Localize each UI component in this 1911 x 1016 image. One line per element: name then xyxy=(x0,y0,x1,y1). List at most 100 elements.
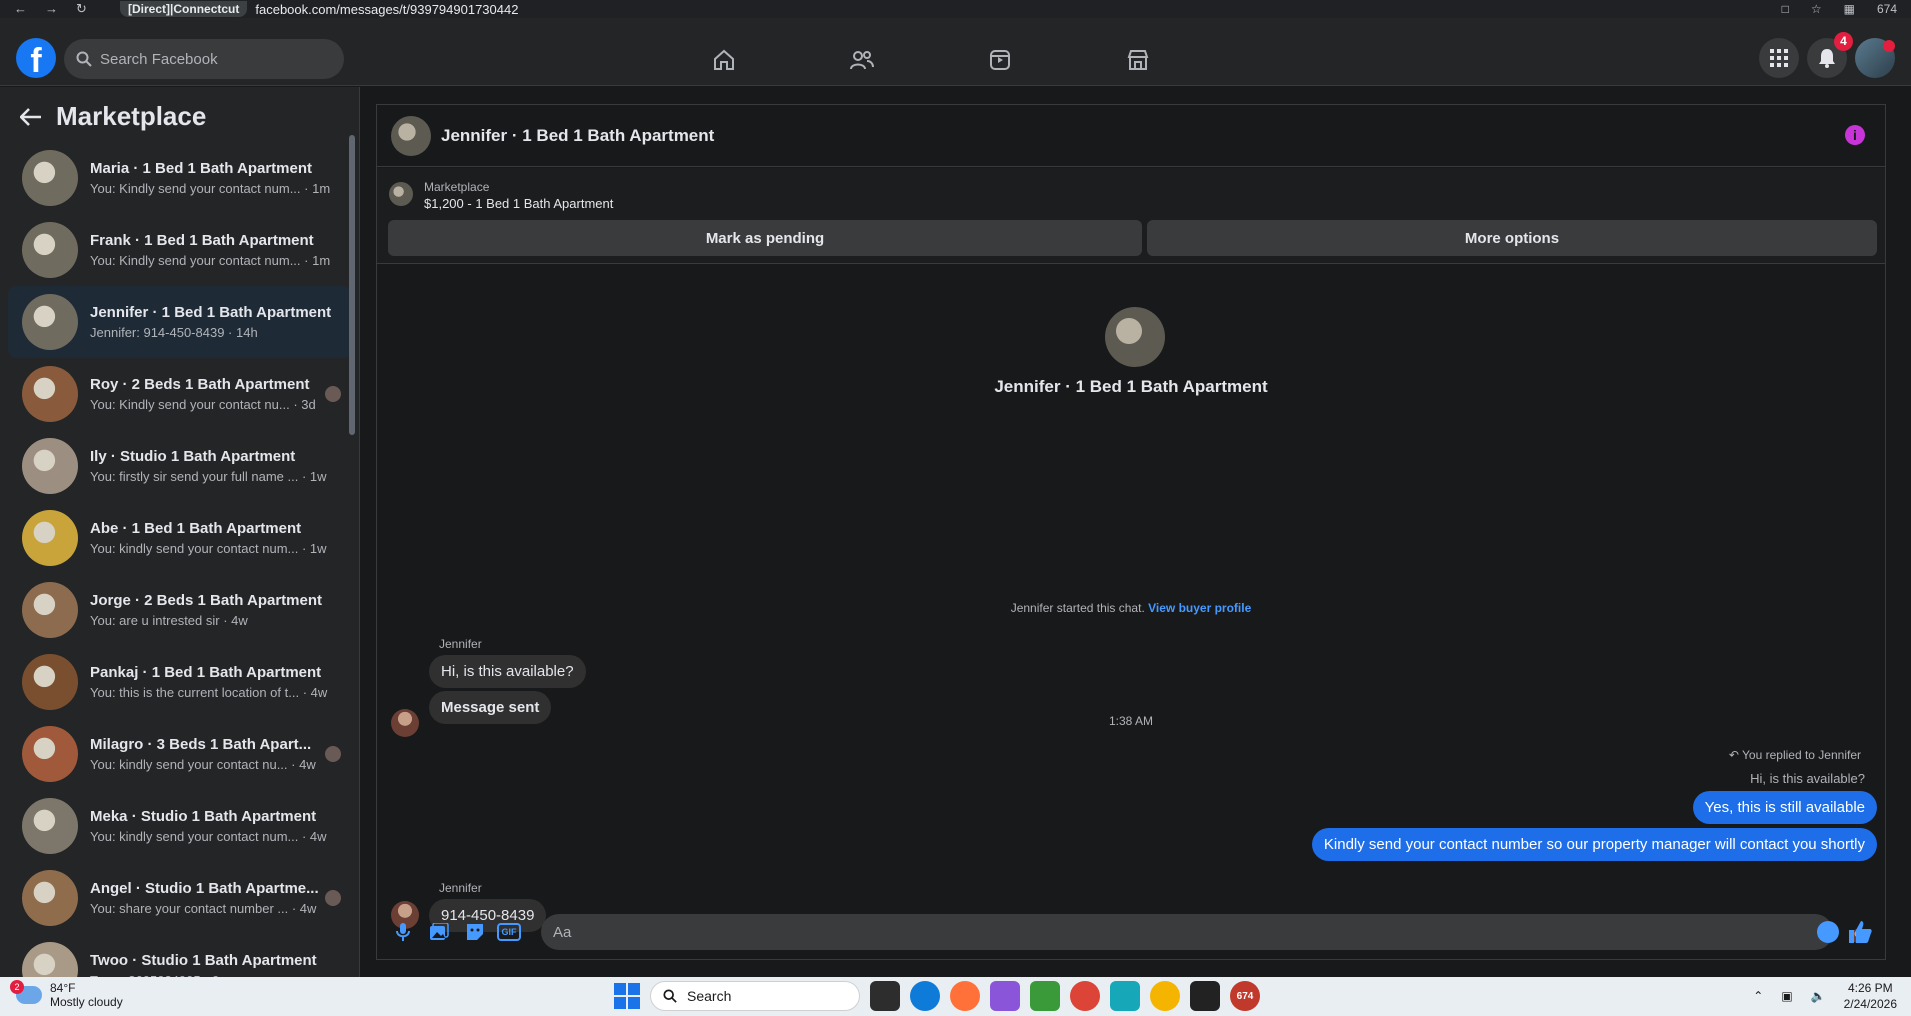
scrollbar-thumb[interactable] xyxy=(349,135,355,435)
outgoing-message[interactable]: Yes, this is still available xyxy=(1692,791,1877,824)
conversation-preview: You: share your contact number ... · 4w xyxy=(90,901,317,916)
file-explorer-icon[interactable] xyxy=(870,981,900,1011)
conversation-item[interactable]: Angel · Studio 1 Bath Apartme... You: sha… xyxy=(8,862,351,934)
conversation-item[interactable]: Ily · Studio 1 Bath Apartment You: firstl… xyxy=(8,430,351,502)
notifications-button[interactable]: 4 xyxy=(1807,32,1853,78)
message-input-box[interactable] xyxy=(541,914,1833,950)
conversation-name: Meka · Studio 1 Bath Apartment xyxy=(90,808,317,825)
star-icon[interactable]: ☆ xyxy=(1811,2,1822,16)
message-input[interactable] xyxy=(553,923,1753,941)
conversation-item[interactable]: Meka · Studio 1 Bath Apartment You: kindl… xyxy=(8,790,351,862)
reply-indicator: ↶ You replied to Jennifer xyxy=(1729,748,1861,762)
url-text[interactable]: facebook.com/messages/t/939794901730442 xyxy=(255,2,518,17)
network-icon[interactable]: ▣ xyxy=(1781,989,1792,1003)
conversation-item[interactable]: Abe · 1 Bed 1 Bath Apartment You: kindly … xyxy=(8,502,351,574)
sidebar-header: Marketplace xyxy=(0,87,359,142)
listing-thumbnail[interactable] xyxy=(389,182,413,206)
conversation-thumbnail[interactable] xyxy=(22,798,78,854)
chat-avatar[interactable] xyxy=(391,115,431,156)
sender-name: Jennifer xyxy=(439,637,482,651)
taskbar-search[interactable]: Search xyxy=(650,981,860,1011)
extension-count[interactable]: 674 xyxy=(1877,2,1897,16)
conversation-item[interactable]: Pankaj · 1 Bed 1 Bath Apartment You: this… xyxy=(8,646,351,718)
thread-avatar[interactable] xyxy=(1105,307,1165,367)
conversation-item[interactable]: Maria · 1 Bed 1 Bath Apartment You: Kindl… xyxy=(8,142,351,214)
chat-panel: Jennifer · 1 Bed 1 Bath Apartment i Mark… xyxy=(376,104,1886,960)
conversation-item[interactable]: Frank · 1 Bed 1 Bath Apartment You: Kindl… xyxy=(8,214,351,286)
chrome-profile-icon[interactable] xyxy=(1150,981,1180,1011)
marketplace-icon[interactable] xyxy=(1114,36,1162,84)
mark-pending-button[interactable]: Mark as pending xyxy=(388,220,1142,256)
back-arrow-icon[interactable]: ← xyxy=(14,1,27,17)
app-badge-icon[interactable]: 674 xyxy=(1230,981,1260,1011)
sender-name: Jennifer xyxy=(439,881,482,895)
spreadsheet-icon[interactable] xyxy=(1030,981,1060,1011)
microphone-icon[interactable] xyxy=(389,918,417,946)
gif-icon[interactable]: GIF xyxy=(497,923,521,941)
extension-icon[interactable]: ▦ xyxy=(1844,2,1855,16)
cloud-icon: 2 xyxy=(10,980,42,1004)
conversation-item[interactable]: Roy · 2 Beds 1 Bath Apartment You: Kindly… xyxy=(8,358,351,430)
view-buyer-profile-link[interactable]: View buyer profile xyxy=(1148,601,1251,615)
chat-title[interactable]: Jennifer · 1 Bed 1 Bath Apartment xyxy=(441,126,714,146)
thumbs-up-icon[interactable] xyxy=(1847,919,1873,945)
conversation-item[interactable]: Jennifer · 1 Bed 1 Bath Apartment Jennife… xyxy=(8,286,351,358)
conversation-thumbnail[interactable] xyxy=(22,366,78,422)
clock[interactable]: 4:26 PM 2/24/2026 xyxy=(1844,980,1897,1012)
forward-arrow-icon[interactable]: → xyxy=(45,1,58,17)
video-icon[interactable] xyxy=(976,36,1024,84)
chrome-icon[interactable] xyxy=(1070,981,1100,1011)
firefox-icon[interactable] xyxy=(950,981,980,1011)
more-options-button[interactable]: More options xyxy=(1147,220,1877,256)
conversation-thumbnail[interactable] xyxy=(22,726,78,782)
xbox-app-icon[interactable] xyxy=(1190,981,1220,1011)
conversation-name: Jennifer · 1 Bed 1 Bath Apartment xyxy=(90,304,332,321)
conversation-thumbnail[interactable] xyxy=(22,222,78,278)
emoji-icon[interactable] xyxy=(1817,921,1839,943)
reload-icon[interactable]: ↻ xyxy=(76,1,87,17)
conversation-thumbnail[interactable] xyxy=(22,654,78,710)
windows-start-icon[interactable] xyxy=(614,983,640,1009)
conversation-item[interactable]: Milagro · 3 Beds 1 Bath Apart... You: kin… xyxy=(8,718,351,790)
status-dot xyxy=(1883,40,1895,52)
edge-icon[interactable] xyxy=(910,981,940,1011)
install-icon[interactable]: □ xyxy=(1782,2,1789,16)
quoted-message[interactable]: Hi, is this available? xyxy=(1750,771,1865,786)
facebook-logo-icon[interactable]: f xyxy=(16,38,56,78)
profile-tag[interactable]: [Direct]|Connectcut xyxy=(120,1,248,17)
conversation-text: Pankaj · 1 Bed 1 Bath Apartment You: this… xyxy=(90,664,343,700)
listing-description[interactable]: $1,200 - 1 Bed 1 Bath Apartment xyxy=(424,196,613,211)
snipping-tool-icon[interactable] xyxy=(990,981,1020,1011)
address-bar[interactable]: [Direct]|Connectcut facebook.com/message… xyxy=(120,0,518,18)
message-timestamp: 1:38 AM xyxy=(1108,714,1154,728)
conversation-thumbnail[interactable] xyxy=(22,294,78,350)
home-icon[interactable] xyxy=(700,36,748,84)
back-arrow-icon[interactable] xyxy=(20,107,42,126)
search-box[interactable] xyxy=(64,39,344,79)
volume-icon[interactable]: 🔈 xyxy=(1811,989,1826,1003)
surfshark-icon[interactable] xyxy=(1110,981,1140,1011)
conversation-thumbnail[interactable] xyxy=(22,150,78,206)
menu-grid-icon[interactable] xyxy=(1759,38,1799,78)
sticker-icon[interactable] xyxy=(461,918,489,946)
info-icon[interactable]: i xyxy=(1845,125,1865,145)
conversation-thumbnail[interactable] xyxy=(22,942,78,977)
weather-badge: 2 xyxy=(10,980,24,994)
conversation-item[interactable]: Jorge · 2 Beds 1 Bath Apartment You: are … xyxy=(8,574,351,646)
conversation-thumbnail[interactable] xyxy=(22,582,78,638)
conversation-thumbnail[interactable] xyxy=(22,438,78,494)
photo-icon[interactable] xyxy=(425,918,453,946)
sidebar-scrollbar[interactable] xyxy=(347,117,357,977)
incoming-message[interactable]: Hi, is this available? xyxy=(429,655,586,688)
friends-icon[interactable] xyxy=(838,36,886,84)
profile-avatar[interactable] xyxy=(1855,38,1895,78)
search-input[interactable] xyxy=(100,50,300,68)
facebook-header: f 4 xyxy=(0,18,1911,86)
weather-widget[interactable]: 2 84°F Mostly cloudy xyxy=(10,980,123,1009)
conversation-thumbnail[interactable] xyxy=(22,510,78,566)
taskbar-apps: Search 674 xyxy=(614,981,1260,1011)
conversation-thumbnail[interactable] xyxy=(22,870,78,926)
outgoing-message[interactable]: Kindly send your contact number so our p… xyxy=(1311,828,1877,861)
conversation-item[interactable]: Twoo · Studio 1 Bath ApartmentTwoo: 8605… xyxy=(8,934,351,977)
chevron-up-icon[interactable]: ⌃ xyxy=(1753,989,1763,1003)
